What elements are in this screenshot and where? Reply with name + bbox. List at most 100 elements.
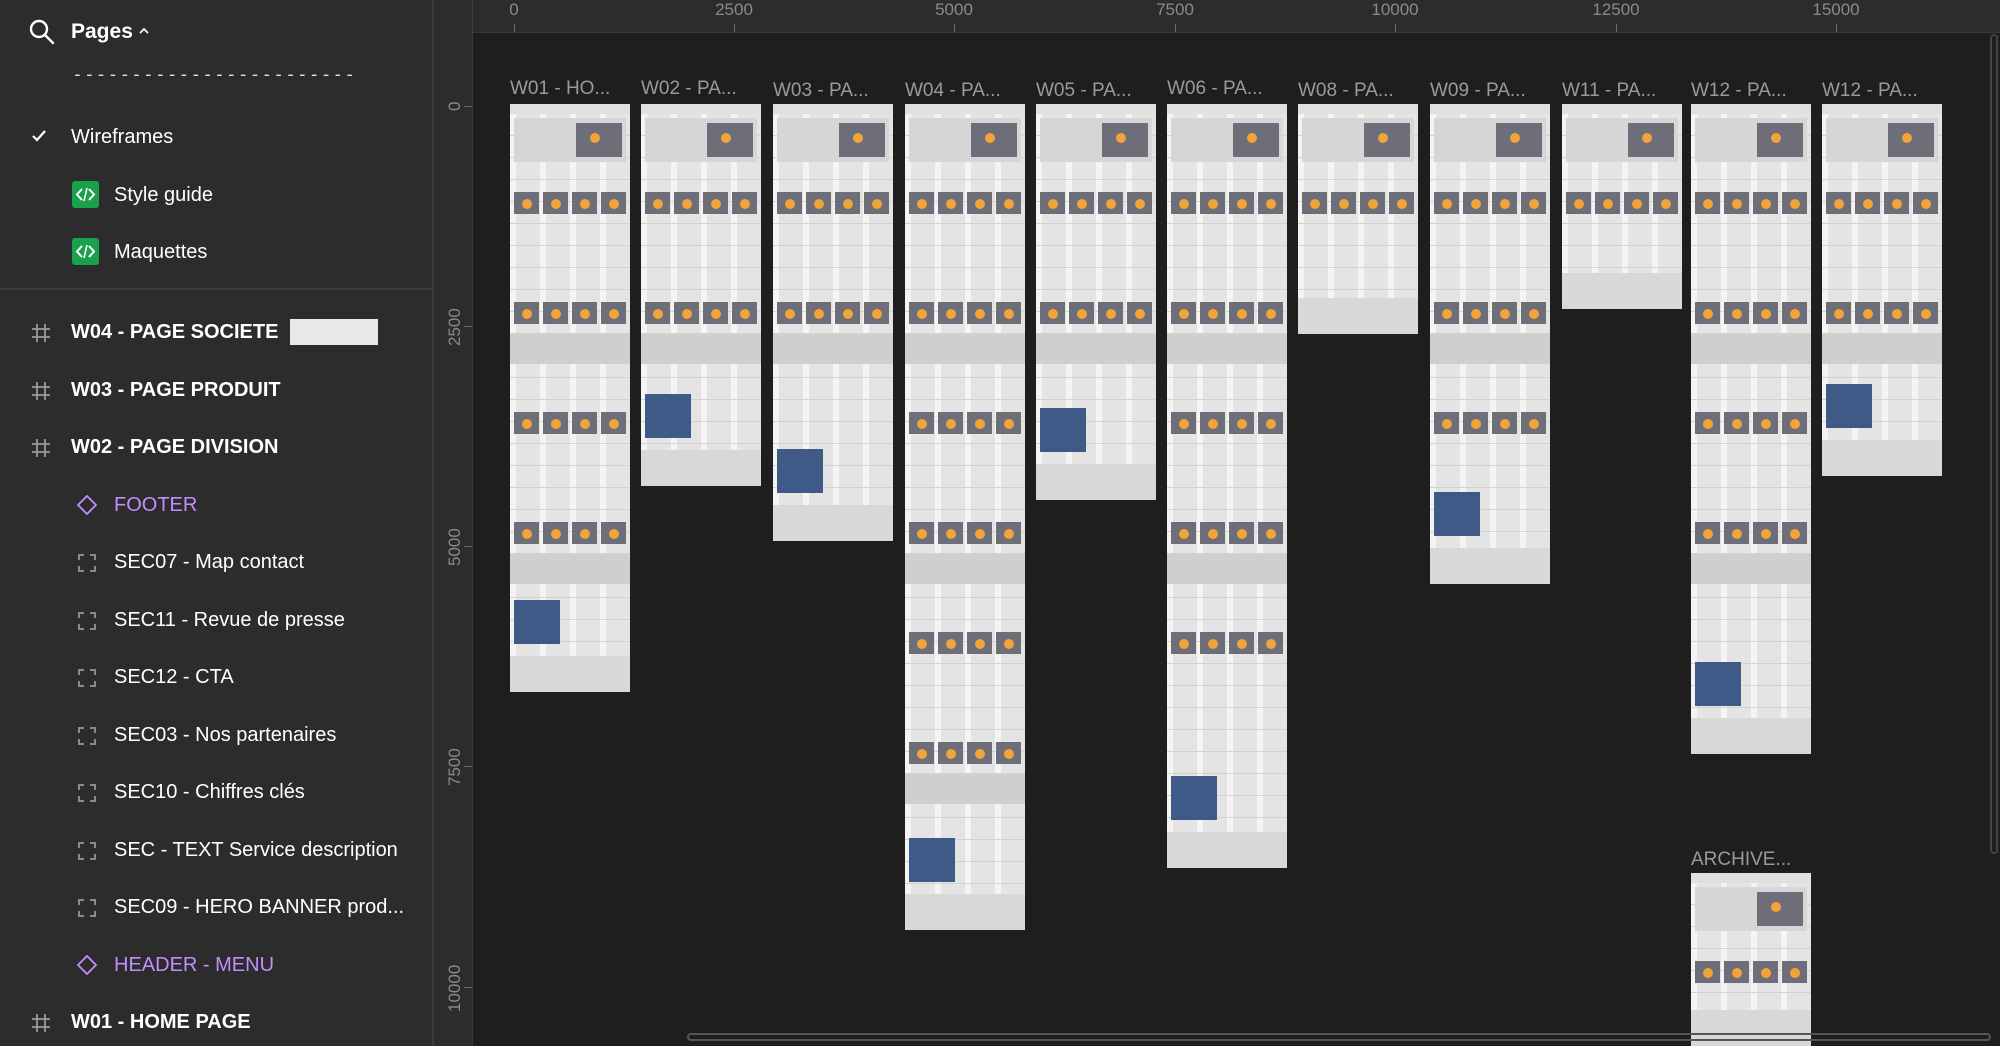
wireframe-image	[1102, 123, 1148, 157]
ruler-y-label: 0	[445, 101, 464, 111]
rename-highlight	[290, 319, 378, 345]
layer-item-footer[interactable]: FOOTER	[0, 483, 432, 527]
layer-item-w03-page-produit[interactable]: W03 - PAGE PRODUIT	[0, 368, 432, 412]
layer-item-sec09-hero-banner-prod[interactable]: SEC09 - HERO BANNER prod...	[0, 885, 432, 929]
layer-item-sec-text-service-description[interactable]: SEC - TEXT Service description	[0, 828, 432, 872]
wireframe-map	[1826, 384, 1872, 428]
frame-title[interactable]: W08 - PA...	[1298, 80, 1394, 102]
wireframe-thumbnail	[1782, 302, 1807, 324]
wireframe-frame[interactable]	[1167, 104, 1287, 868]
wireframe-thumbnail	[777, 302, 802, 324]
layer-item-sec11-revue-de-presse[interactable]: SEC11 - Revue de presse	[0, 598, 432, 642]
layer-item-w01-home-page[interactable]: W01 - HOME PAGE	[0, 1000, 432, 1044]
layer-label: W02 - PAGE DIVISION	[71, 436, 279, 458]
layer-label: SEC03 - Nos partenaires	[114, 723, 337, 746]
wireframe-thumbnail	[1855, 192, 1880, 214]
layer-label: SEC10 - Chiffres clés	[114, 781, 305, 803]
frame-title[interactable]: W12 - PA...	[1822, 80, 1918, 102]
frame-title[interactable]: W01 - HO...	[510, 78, 610, 100]
wireframe-nav	[1691, 873, 1811, 883]
wireframe-frame[interactable]	[905, 104, 1025, 930]
wireframe-thumbnail	[938, 192, 963, 214]
code-icon	[72, 181, 99, 208]
wireframe-band	[510, 334, 630, 364]
wireframe-frame[interactable]	[1822, 104, 1942, 476]
layer-label: W04 - PAGE SOCIETE	[71, 321, 279, 343]
wireframe-frame[interactable]	[1562, 104, 1682, 309]
sidebar-divider	[0, 288, 432, 290]
wireframe-thumbnail	[996, 412, 1021, 434]
wireframe-thumbnail	[572, 192, 597, 214]
frame-title[interactable]: W09 - PA...	[1430, 80, 1526, 102]
frame-title[interactable]: W03 - PA...	[773, 80, 869, 102]
wireframe-nav	[641, 104, 761, 114]
frame-title[interactable]: W04 - PA...	[905, 80, 1001, 102]
wireframe-thumbnail	[543, 192, 568, 214]
wireframe-thumbnail	[1753, 302, 1778, 324]
horizontal-scrollbar[interactable]	[687, 1033, 1991, 1041]
page-item-style-guide[interactable]: Style guide	[0, 175, 432, 215]
wireframe-map	[1434, 492, 1480, 536]
wireframe-frame[interactable]	[1691, 873, 1811, 1046]
ruler-x-tick	[1175, 24, 1176, 32]
layer-item-sec12-cta[interactable]: SEC12 - CTA	[0, 655, 432, 699]
wireframe-frame[interactable]	[1691, 104, 1811, 754]
layer-label: SEC12 - CTA	[114, 666, 234, 688]
wireframe-thumbnail	[835, 302, 860, 324]
wireframe-thumbnail	[1229, 522, 1254, 544]
layer-item-sec03-nos-partenaires[interactable]: SEC03 - Nos partenaires	[0, 713, 432, 757]
layer-item-sec10-chiffres-cl-s[interactable]: SEC10 - Chiffres clés	[0, 770, 432, 814]
wireframe-frame[interactable]	[1430, 104, 1550, 584]
layer-item-w02-page-division[interactable]: W02 - PAGE DIVISION	[0, 425, 432, 469]
frame-title[interactable]: W06 - PA...	[1167, 78, 1263, 100]
wireframe-frame[interactable]	[1036, 104, 1156, 500]
search-icon[interactable]	[28, 18, 56, 46]
wireframe-thumbnail	[1724, 412, 1749, 434]
wireframe-thumbnail	[967, 632, 992, 654]
wireframe-thumbnail	[1200, 302, 1225, 324]
wireframe-thumbnail	[967, 192, 992, 214]
wireframe-thumbnail	[572, 412, 597, 434]
wireframe-frame[interactable]	[510, 104, 630, 692]
canvas[interactable]: W01 - HO... W02 - PA... W03 - PA... W04 - P…	[434, 0, 2000, 1046]
wireframe-thumbnail	[909, 302, 934, 324]
wireframe-map	[645, 394, 691, 438]
wireframe-frame[interactable]	[641, 104, 761, 486]
wireframe-thumbnail	[1302, 192, 1327, 214]
page-item-wireframes[interactable]: Wireframes	[0, 117, 432, 157]
wireframe-thumbnail	[1127, 302, 1152, 324]
wireframe-thumbnail	[514, 192, 539, 214]
page-item-maquettes[interactable]: Maquettes	[0, 232, 432, 272]
frame-title[interactable]: ARCHIVE...	[1691, 849, 1791, 871]
section-dashed-icon	[78, 611, 96, 630]
wireframe-thumbnail	[938, 412, 963, 434]
wireframe-footer	[641, 450, 761, 486]
layer-label: SEC09 - HERO BANNER prod...	[114, 896, 405, 918]
wireframe-nav	[1036, 104, 1156, 114]
code-icon	[72, 238, 99, 265]
layer-item-w04-page-societe[interactable]: W04 - PAGE SOCIETE	[0, 310, 432, 354]
frame-title[interactable]: W11 - PA...	[1562, 80, 1656, 102]
wireframe-thumbnail	[1521, 192, 1546, 214]
wireframe-thumbnail	[732, 302, 757, 324]
wireframe-frame[interactable]	[1298, 104, 1418, 334]
wireframe-nav	[1562, 104, 1682, 114]
wireframe-band	[1167, 554, 1287, 584]
ruler-x-tick	[1836, 24, 1837, 32]
pages-header[interactable]: Pages	[0, 0, 432, 64]
ruler-y-label: 5000	[445, 528, 464, 566]
section-dashed-icon	[78, 784, 96, 802]
ruler-x-tick	[734, 24, 735, 32]
wireframe-thumbnail	[1782, 522, 1807, 544]
wireframe-frame[interactable]	[773, 104, 893, 541]
frame-title[interactable]: W05 - PA...	[1036, 80, 1132, 102]
wireframe-thumbnail	[938, 302, 963, 324]
wireframe-nav	[1298, 104, 1418, 114]
frame-title[interactable]: W12 - PA...	[1691, 80, 1787, 102]
frame-title[interactable]: W02 - PA...	[641, 78, 737, 100]
chevron-up-icon[interactable]	[137, 24, 151, 38]
wireframe-footer	[1430, 548, 1550, 584]
layer-item-header-menu[interactable]: HEADER - MENU	[0, 943, 432, 987]
vertical-scrollbar[interactable]	[1990, 34, 1998, 854]
layer-item-sec07-map-contact[interactable]: SEC07 - Map contact	[0, 540, 432, 584]
